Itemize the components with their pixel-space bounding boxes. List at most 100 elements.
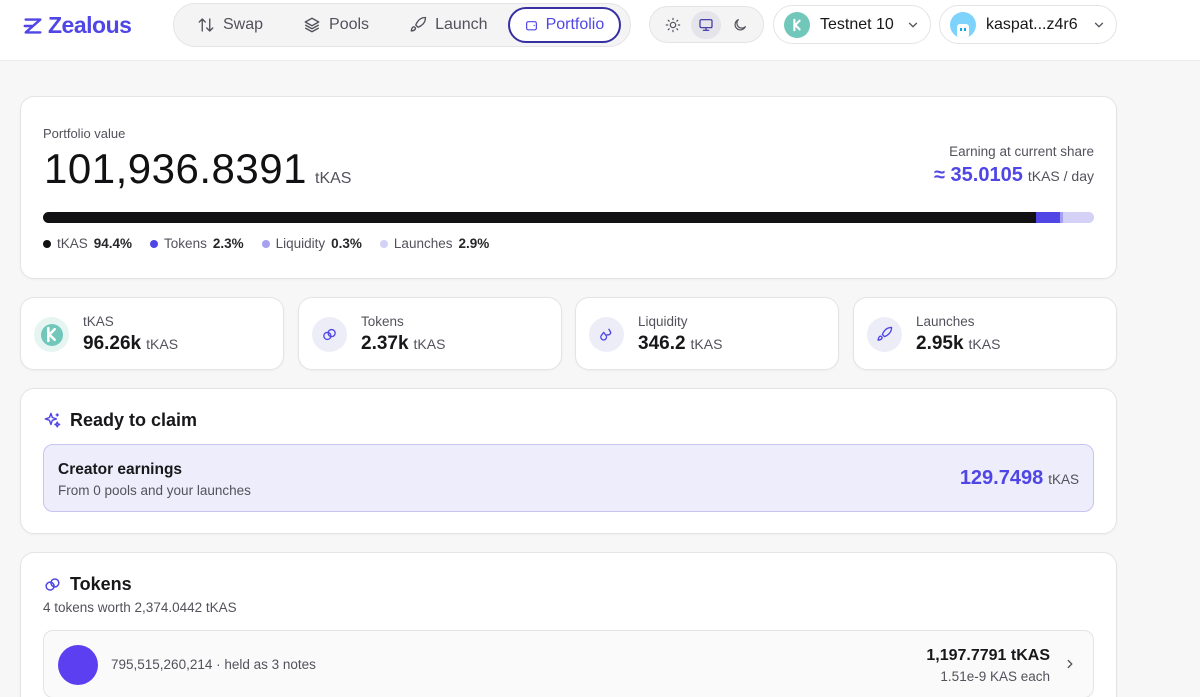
- token-description: 795,515,260,214 · held as 3 notes: [111, 657, 316, 672]
- coins-icon: [312, 317, 347, 352]
- allocation-segment-tkas: [43, 212, 1037, 223]
- earning-unit: tKAS / day: [1027, 168, 1094, 184]
- creator-earnings-row[interactable]: Creator earnings From 0 pools and your l…: [43, 444, 1094, 512]
- network-selector[interactable]: Testnet 10: [773, 5, 931, 44]
- theme-switcher: [649, 6, 764, 43]
- claim-item-name: Creator earnings: [58, 461, 183, 478]
- main-nav: Swap Pools Launch Portfolio: [173, 3, 631, 47]
- coins-icon: [45, 578, 60, 591]
- wallet-icon: [525, 20, 537, 30]
- legend-percent: 0.3%: [331, 236, 362, 251]
- legend-dot: [150, 239, 159, 248]
- claim-title: Ready to claim: [70, 410, 198, 430]
- legend-item-tkas: tKAS 94.4%: [43, 236, 132, 251]
- stat-card-tokens[interactable]: Tokens 2.37k tKAS: [298, 297, 562, 370]
- wallet-address: kaspat...z4r6: [986, 15, 1078, 33]
- ready-to-claim-card: Ready to claim Creator earnings From 0 p…: [20, 388, 1117, 534]
- token-amount: 1,197.7791 tKAS: [926, 647, 1050, 664]
- portfolio-unit: tKAS: [315, 170, 352, 187]
- nav-launch-label: Launch: [435, 16, 488, 33]
- legend-item-tokens: Tokens 2.3%: [150, 236, 244, 251]
- rocket-icon: [410, 16, 427, 32]
- stat-unit: tKAS: [413, 336, 446, 352]
- allocation-segment-tokens: [1036, 212, 1061, 223]
- earning-amount: ≈ 35.0105: [934, 164, 1023, 186]
- tokens-subtitle: 4 tokens worth 2,374.0442 tKAS: [43, 600, 237, 615]
- allocation-bar: [43, 212, 1094, 223]
- claim-amount-value: 129.7498: [959, 467, 1044, 489]
- swap-icon: [198, 18, 214, 32]
- stat-amount: 2.95k: [916, 333, 964, 354]
- legend-label: Liquidity: [275, 236, 326, 251]
- theme-light-button[interactable]: [658, 11, 688, 39]
- stat-value: 96.26k tKAS: [83, 333, 178, 355]
- legend-dot: [43, 239, 51, 248]
- earning-label: Earning at current share: [949, 144, 1094, 159]
- legend-percent: 2.9%: [458, 236, 490, 251]
- wallet-selector[interactable]: kaspat...z4r6: [939, 5, 1117, 44]
- legend-label: tKAS: [57, 236, 88, 251]
- stat-unit: tKAS: [146, 336, 179, 352]
- portfolio-value-card: Portfolio value 101,936.8391 tKAS Earnin…: [20, 96, 1117, 279]
- stat-amount: 2.37k: [361, 333, 409, 354]
- legend-label: Launches: [393, 236, 453, 251]
- legend-item-liquidity: Liquidity 0.3%: [261, 236, 362, 251]
- allocation-legend: tKAS 94.4% Tokens 2.3% Liquidity 0.3% La…: [43, 236, 489, 251]
- earning-value: ≈ 35.0105 tKAS / day: [934, 164, 1094, 187]
- chevron-down-icon: [908, 22, 918, 28]
- nav-portfolio[interactable]: Portfolio: [507, 7, 622, 43]
- rocket-icon: [867, 317, 902, 352]
- stat-label: tKAS: [83, 314, 114, 329]
- allocation-segment-launches: [1063, 212, 1094, 223]
- stat-card-launches[interactable]: Launches 2.95k tKAS: [853, 297, 1117, 370]
- nav-swap-label: Swap: [223, 16, 264, 33]
- nav-launch[interactable]: Launch: [389, 7, 508, 43]
- stat-card-liquidity[interactable]: Liquidity 346.2 tKAS: [575, 297, 839, 370]
- theme-system-button[interactable]: [691, 10, 722, 39]
- brand-logo[interactable]: Zealous: [22, 12, 132, 39]
- stat-value: 2.37k tKAS: [361, 333, 445, 355]
- nav-swap[interactable]: Swap: [177, 7, 283, 43]
- claim-amount: 129.7498 tKAS: [960, 467, 1079, 490]
- token-avatar: [58, 645, 98, 685]
- legend-label: Tokens: [164, 236, 207, 251]
- kaspa-icon: [34, 317, 69, 352]
- sparkles-icon: [44, 412, 61, 428]
- claim-item-subtitle: From 0 pools and your launches: [58, 483, 251, 498]
- tokens-card: Tokens 4 tokens worth 2,374.0442 tKAS 79…: [20, 552, 1117, 697]
- tokens-section-title: Tokens: [43, 574, 132, 595]
- moon-icon: [734, 18, 747, 30]
- token-unit-price: 1.51e-9 KAS each: [940, 669, 1050, 684]
- stat-unit: tKAS: [690, 336, 723, 352]
- stat-amount: 346.2: [638, 333, 686, 354]
- chevron-right-icon: [1067, 659, 1073, 669]
- stat-label: Tokens: [361, 314, 404, 329]
- portfolio-value-label: Portfolio value: [43, 126, 126, 141]
- zealous-logo-icon: [23, 17, 42, 34]
- nav-portfolio-label: Portfolio: [545, 16, 605, 33]
- stat-amount: 96.26k: [83, 333, 142, 354]
- network-label: Testnet 10: [820, 15, 894, 33]
- brand-name: Zealous: [48, 12, 132, 38]
- legend-percent: 2.3%: [212, 236, 244, 251]
- theme-dark-button[interactable]: [725, 11, 755, 39]
- token-row[interactable]: 795,515,260,214 · held as 3 notes 1,197.…: [43, 630, 1094, 697]
- legend-percent: 94.4%: [93, 236, 133, 251]
- top-header: Zealous Swap Pools Launch Portfolio Test…: [0, 0, 1200, 61]
- stat-card-tkas[interactable]: tKAS 96.26k tKAS: [20, 297, 284, 370]
- wallet-avatar: [950, 11, 976, 38]
- stat-label: Launches: [916, 314, 975, 329]
- claim-amount-unit: tKAS: [1048, 472, 1079, 487]
- tokens-title: Tokens: [70, 574, 132, 594]
- legend-dot: [261, 239, 270, 248]
- stat-value: 2.95k tKAS: [916, 333, 1000, 355]
- claim-section-title: Ready to claim: [43, 410, 197, 431]
- stat-unit: tKAS: [968, 336, 1001, 352]
- droplets-icon: [589, 317, 624, 352]
- chevron-down-icon: [1094, 22, 1104, 28]
- kaspa-icon: [784, 11, 810, 38]
- stat-value: 346.2 tKAS: [638, 333, 722, 355]
- portfolio-value: 101,936.8391: [44, 145, 307, 192]
- nav-pools[interactable]: Pools: [283, 7, 389, 43]
- layers-icon: [304, 17, 320, 33]
